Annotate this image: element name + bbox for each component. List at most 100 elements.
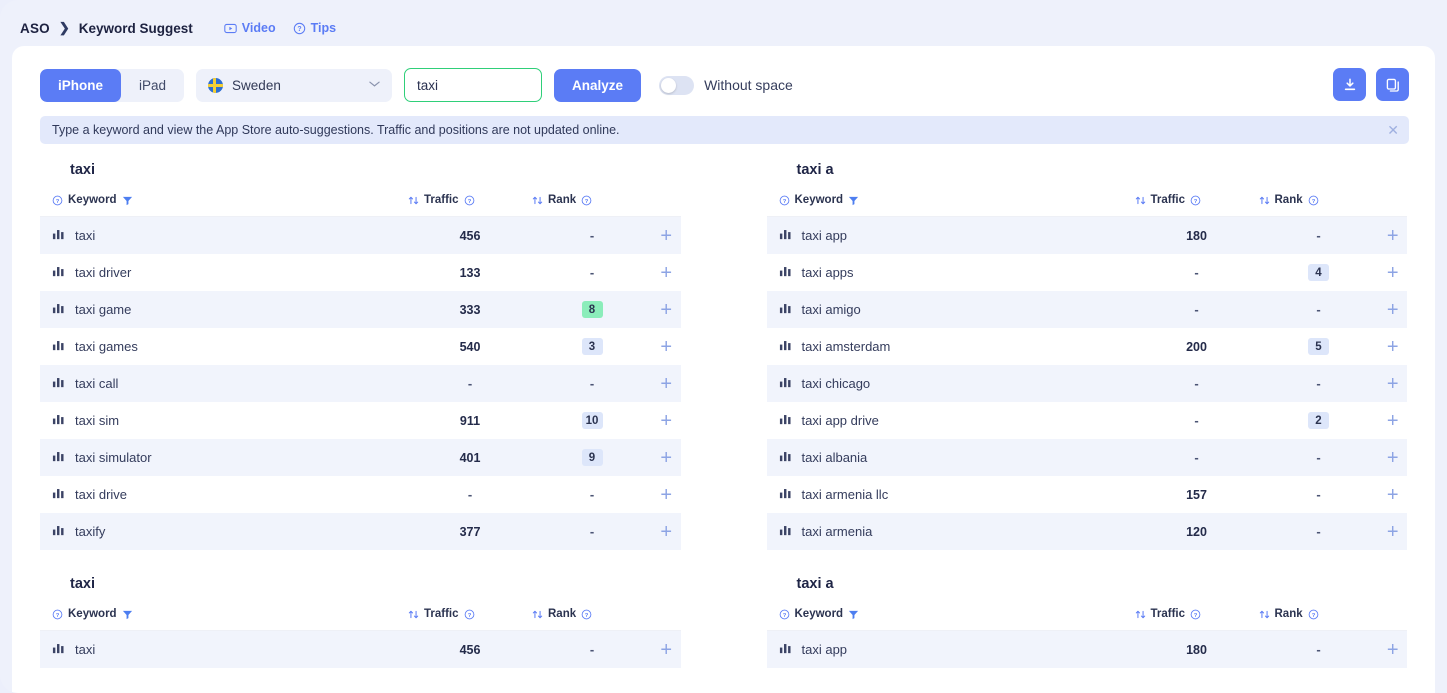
add-keyword-button[interactable]: + [1387, 522, 1399, 542]
column-header-rank[interactable]: Rank? [1259, 194, 1379, 206]
table-row[interactable]: taxi call - - + [40, 365, 681, 402]
column-header-keyword[interactable]: ? Keyword [767, 608, 1135, 620]
column-header-traffic[interactable]: Traffic? [408, 194, 532, 206]
cell-keyword[interactable]: taxi armenia llc [767, 487, 1135, 503]
cell-keyword[interactable]: taxi amigo [767, 302, 1135, 318]
column-header-keyword[interactable]: ? Keyword [40, 608, 408, 620]
breadcrumb-root[interactable]: ASO [20, 21, 50, 36]
column-header-rank[interactable]: Rank? [532, 608, 652, 620]
cell-keyword[interactable]: taxi amsterdam [767, 339, 1135, 355]
table-row[interactable]: taxi games 540 3 + [40, 328, 681, 365]
info-circle-icon[interactable]: ? [581, 609, 592, 620]
column-header-rank[interactable]: Rank? [1259, 608, 1379, 620]
add-keyword-button[interactable]: + [660, 485, 672, 505]
column-header-keyword[interactable]: ? Keyword [767, 194, 1135, 206]
add-keyword-button[interactable]: + [1387, 374, 1399, 394]
cell-keyword[interactable]: taxi chicago [767, 376, 1135, 392]
cell-keyword[interactable]: taxi drive [40, 487, 408, 503]
add-keyword-button[interactable]: + [660, 300, 672, 320]
table-row[interactable]: taxi armenia llc 157 - + [767, 476, 1408, 513]
add-keyword-button[interactable]: + [1387, 448, 1399, 468]
table-row[interactable]: taxi app drive - 2 + [767, 402, 1408, 439]
table-row[interactable]: taxify 377 - + [40, 513, 681, 550]
table-row[interactable]: taxi amigo - - + [766, 291, 1407, 328]
cell-keyword[interactable]: taxi [40, 642, 408, 658]
add-keyword-button[interactable]: + [660, 226, 672, 246]
table-row[interactable]: taxi amsterdam 200 5 + [767, 328, 1408, 365]
cell-keyword[interactable]: taxi app drive [767, 413, 1135, 429]
add-keyword-button[interactable]: + [1387, 300, 1399, 320]
cell-keyword[interactable]: taxi apps [767, 265, 1135, 281]
cell-keyword[interactable]: taxi albania [767, 450, 1135, 466]
without-space-toggle[interactable] [659, 75, 695, 95]
info-circle-icon[interactable]: ? [52, 609, 63, 620]
add-keyword-button[interactable]: + [660, 448, 672, 468]
add-keyword-button[interactable]: + [660, 374, 672, 394]
device-tab-ipad[interactable]: iPad [121, 69, 184, 102]
filter-icon[interactable] [122, 609, 133, 620]
table-row[interactable]: taxi driver 133 - + [40, 254, 681, 291]
cell-keyword[interactable]: taxi games [40, 339, 408, 355]
info-circle-icon[interactable]: ? [464, 195, 475, 206]
country-select[interactable]: Sweden [196, 68, 393, 102]
close-icon[interactable]: ✕ [1387, 116, 1399, 144]
cell-keyword[interactable]: taxi app [767, 228, 1135, 244]
table-row[interactable]: taxi armenia 120 - + [766, 513, 1407, 550]
add-keyword-button[interactable]: + [1387, 263, 1399, 283]
cell-keyword[interactable]: taxi game [40, 302, 408, 318]
video-link[interactable]: Video [224, 21, 276, 35]
tips-link[interactable]: ? Tips [293, 21, 336, 35]
table-row[interactable]: taxi app 180 - + [766, 631, 1407, 668]
add-keyword-button[interactable]: + [1387, 411, 1399, 431]
info-circle-icon[interactable]: ? [52, 195, 63, 206]
table-row[interactable]: taxi 456 - + [40, 217, 681, 254]
device-tab-iphone[interactable]: iPhone [40, 68, 122, 102]
copy-button[interactable] [1376, 68, 1409, 101]
add-keyword-button[interactable]: + [1387, 337, 1399, 357]
info-circle-icon[interactable]: ? [779, 609, 790, 620]
add-keyword-button[interactable]: + [660, 640, 672, 660]
cell-keyword[interactable]: taxi driver [40, 265, 408, 281]
download-button[interactable] [1333, 68, 1366, 101]
add-keyword-button[interactable]: + [660, 411, 672, 431]
add-keyword-button[interactable]: + [660, 337, 672, 357]
cell-keyword[interactable]: taxi call [40, 376, 408, 392]
add-keyword-button[interactable]: + [1387, 640, 1399, 660]
table-row[interactable]: taxi albania - - + [766, 439, 1407, 476]
cell-keyword[interactable]: taxi sim [40, 413, 408, 429]
table-row[interactable]: taxi drive - - + [40, 476, 681, 513]
analyze-button[interactable]: Analyze [554, 68, 642, 102]
table-row[interactable]: taxi game 333 8 + [40, 291, 681, 328]
keyword-input[interactable] [404, 68, 543, 102]
table-row[interactable]: taxi sim 911 10 + [40, 402, 681, 439]
info-circle-icon[interactable]: ? [1308, 195, 1319, 206]
info-circle-icon[interactable]: ? [779, 195, 790, 206]
filter-icon[interactable] [122, 195, 133, 206]
add-keyword-button[interactable]: + [660, 263, 672, 283]
table-row[interactable]: taxi 456 - + [40, 631, 681, 668]
cell-keyword[interactable]: taxi armenia [767, 524, 1135, 540]
info-circle-icon[interactable]: ? [1190, 609, 1201, 620]
info-circle-icon[interactable]: ? [1190, 195, 1201, 206]
filter-icon[interactable] [848, 609, 859, 620]
filter-icon[interactable] [848, 195, 859, 206]
column-header-traffic[interactable]: Traffic? [1135, 608, 1259, 620]
column-header-traffic[interactable]: Traffic? [408, 608, 532, 620]
info-circle-icon[interactable]: ? [464, 609, 475, 620]
table-row[interactable]: taxi apps - 4 + [767, 254, 1408, 291]
cell-keyword[interactable]: taxi app [767, 642, 1135, 658]
table-row[interactable]: taxi chicago - - + [766, 365, 1407, 402]
column-header-rank[interactable]: Rank? [532, 194, 652, 206]
add-keyword-button[interactable]: + [1387, 485, 1399, 505]
info-circle-icon[interactable]: ? [1308, 609, 1319, 620]
column-header-keyword[interactable]: ? Keyword [40, 194, 408, 206]
add-keyword-button[interactable]: + [1387, 226, 1399, 246]
cell-keyword[interactable]: taxify [40, 524, 408, 540]
add-keyword-button[interactable]: + [660, 522, 672, 542]
cell-keyword[interactable]: taxi [40, 228, 408, 244]
table-row[interactable]: taxi simulator 401 9 + [40, 439, 681, 476]
info-circle-icon[interactable]: ? [581, 195, 592, 206]
cell-keyword[interactable]: taxi simulator [40, 450, 408, 466]
table-row[interactable]: taxi app 180 - + [766, 217, 1407, 254]
column-header-traffic[interactable]: Traffic? [1135, 194, 1259, 206]
